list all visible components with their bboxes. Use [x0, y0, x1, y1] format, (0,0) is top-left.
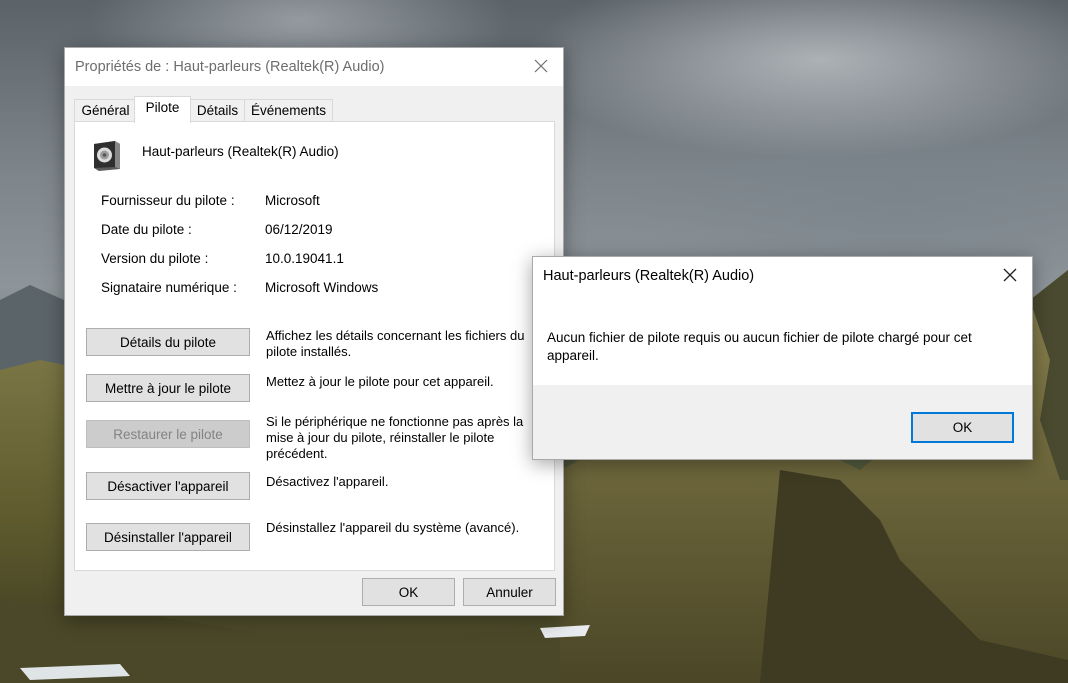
driver-details-button[interactable]: Détails du pilote [86, 328, 250, 356]
close-button[interactable] [519, 48, 563, 86]
driver-version-label: Version du pilote : [101, 251, 209, 266]
driver-provider-label: Fournisseur du pilote : [101, 193, 235, 208]
close-icon [1003, 268, 1017, 285]
uninstall-device-description: Désinstallez l'appareil du système (avan… [266, 520, 520, 535]
tab-driver[interactable]: Pilote [134, 96, 191, 123]
speaker-icon [91, 138, 123, 172]
disable-device-button[interactable]: Désactiver l'appareil [86, 472, 250, 500]
roll-back-driver-button[interactable]: Restaurer le pilote [86, 420, 250, 448]
properties-window-title: Propriétés de : Haut-parleurs (Realtek(R… [75, 59, 385, 75]
ok-button[interactable]: OK [362, 578, 455, 606]
message-text: Aucun fichier de pilote requis ou aucun … [547, 330, 972, 363]
uninstall-device-button[interactable]: Désinstaller l'appareil [86, 523, 250, 551]
tab-details[interactable]: Détails [189, 99, 246, 121]
message-dialog: Haut-parleurs (Realtek(R) Audio) Aucun f… [532, 256, 1033, 460]
driver-date-value: 06/12/2019 [265, 222, 333, 237]
roll-back-driver-description: Si le périphérique ne fonctionne pas apr… [266, 414, 524, 461]
tab-events[interactable]: Événements [244, 99, 333, 121]
cancel-button[interactable]: Annuler [463, 578, 556, 606]
device-name: Haut-parleurs (Realtek(R) Audio) [142, 144, 339, 159]
driver-details-description: Affichez les détails concernant les fich… [266, 328, 525, 359]
driver-date-label: Date du pilote : [101, 222, 192, 237]
close-icon [534, 59, 548, 76]
disable-device-description: Désactivez l'appareil. [266, 474, 389, 489]
driver-version-value: 10.0.19041.1 [265, 251, 344, 266]
update-driver-description: Mettez à jour le pilote pour cet apparei… [266, 374, 494, 389]
tab-general[interactable]: Général [74, 99, 137, 121]
properties-titlebar: Propriétés de : Haut-parleurs (Realtek(R… [65, 48, 563, 86]
digital-signer-value: Microsoft Windows [265, 280, 379, 295]
message-close-button[interactable] [988, 257, 1032, 295]
message-dialog-title: Haut-parleurs (Realtek(R) Audio) [543, 268, 755, 284]
digital-signer-label: Signataire numérique : [101, 280, 237, 295]
driver-provider-value: Microsoft [265, 193, 320, 208]
driver-panel: Haut-parleurs (Realtek(R) Audio) Fournis… [74, 121, 555, 571]
message-ok-button[interactable]: OK [911, 412, 1014, 443]
properties-window: Propriétés de : Haut-parleurs (Realtek(R… [64, 47, 564, 616]
update-driver-button[interactable]: Mettre à jour le pilote [86, 374, 250, 402]
